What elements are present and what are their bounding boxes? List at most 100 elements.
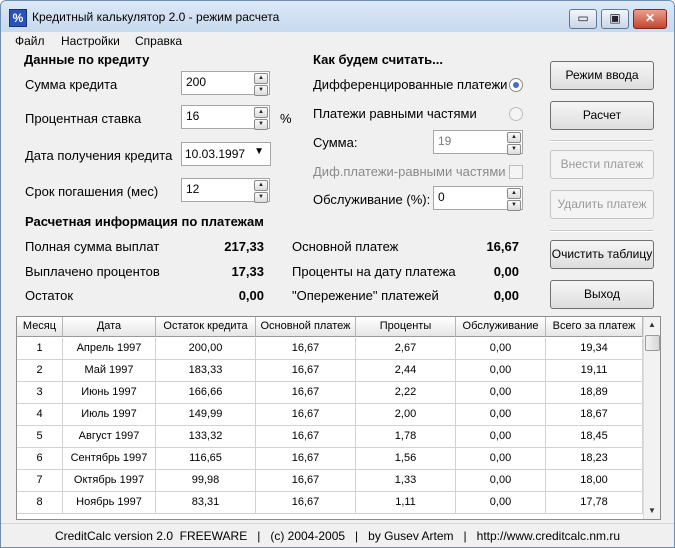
cell-month: 2	[17, 360, 63, 382]
table-row[interactable]: 7 Октябрь 1997 99,98 16,67 1,33 0,00 18,00	[17, 470, 643, 492]
cell-total: 18,00	[546, 470, 643, 492]
menu-help[interactable]: Справка	[135, 34, 182, 48]
date-value: 10.03.1997	[185, 147, 246, 161]
cell-interest: 1,11	[356, 492, 456, 514]
title-bar[interactable]: % Кредитный калькулятор 2.0 - режим расч…	[1, 1, 674, 32]
calc-section-title: Как будем считать...	[313, 52, 443, 67]
total-value: 217,33	[224, 239, 264, 254]
menu-file[interactable]: Файл	[15, 34, 45, 48]
rate-label: Процентная ставка	[25, 111, 142, 126]
service-spinner[interactable]: 0 ▲ ▼	[433, 186, 523, 211]
table-row[interactable]: 2 Май 1997 183,33 16,67 2,44 0,00 19,11	[17, 360, 643, 382]
spin-up-icon[interactable]: ▲	[254, 180, 268, 191]
cell-month: 1	[17, 338, 63, 360]
header-principal[interactable]: Основной платеж	[256, 317, 356, 337]
differentiated-label[interactable]: Дифференцированные платежи	[313, 77, 507, 92]
header-date[interactable]: Дата	[63, 317, 156, 337]
header-interest[interactable]: Проценты	[356, 317, 456, 337]
principal-value: 16,67	[486, 239, 519, 254]
spin-down-icon[interactable]: ▼	[254, 85, 268, 96]
term-spinner[interactable]: 12 ▲ ▼	[181, 178, 270, 203]
spin-down-icon[interactable]: ▼	[254, 119, 268, 130]
input-mode-button[interactable]: Режим ввода	[550, 61, 654, 90]
cell-service: 0,00	[456, 470, 546, 492]
header-service[interactable]: Обслуживание	[456, 317, 546, 337]
calculate-button[interactable]: Расчет	[550, 101, 654, 130]
button-separator	[550, 140, 653, 142]
spin-up-icon[interactable]: ▲	[507, 132, 521, 143]
interest-date-label: Проценты на дату платежа	[292, 264, 456, 279]
header-month[interactable]: Месяц	[17, 317, 63, 337]
table-scrollbar[interactable]: ▲ ▼	[643, 317, 660, 519]
cell-month: 7	[17, 470, 63, 492]
cell-balance: 116,65	[156, 448, 256, 470]
table-row[interactable]: 3 Июнь 1997 166,66 16,67 2,22 0,00 18,89	[17, 382, 643, 404]
credit-section-title: Данные по кредиту	[24, 52, 150, 67]
cell-balance: 83,31	[156, 492, 256, 514]
minimize-button[interactable]: ▭	[569, 9, 597, 29]
table-row[interactable]: 4 Июль 1997 149,99 16,67 2,00 0,00 18,67	[17, 404, 643, 426]
advance-value: 0,00	[493, 288, 519, 303]
exit-button[interactable]: Выход	[550, 280, 654, 309]
rate-value: 16	[186, 109, 200, 123]
scroll-thumb[interactable]	[645, 335, 660, 351]
cell-interest: 1,78	[356, 426, 456, 448]
header-total[interactable]: Всего за платеж	[546, 317, 643, 337]
cell-date: Май 1997	[63, 360, 156, 382]
menu-settings[interactable]: Настройки	[61, 34, 120, 48]
sum-spinner[interactable]: 19 ▲ ▼	[433, 130, 523, 155]
cell-balance: 183,33	[156, 360, 256, 382]
status-text: CreditCalc version 2.0 FREEWARE | (c) 20…	[54, 529, 621, 543]
annuity-label[interactable]: Платежи равными частями	[313, 106, 477, 121]
sum-label: Сумма:	[313, 135, 358, 150]
cell-month: 8	[17, 492, 63, 514]
cell-interest: 2,44	[356, 360, 456, 382]
rate-spin-arrows[interactable]: ▲ ▼	[254, 107, 268, 130]
date-label: Дата получения кредита	[25, 148, 173, 163]
term-spin-arrows[interactable]: ▲ ▼	[254, 180, 268, 203]
payments-table[interactable]: Месяц Дата Остаток кредита Основной плат…	[16, 316, 661, 520]
date-picker[interactable]: 10.03.1997 ▼	[181, 142, 271, 166]
spin-up-icon[interactable]: ▲	[507, 188, 521, 199]
cell-date: Июль 1997	[63, 404, 156, 426]
table-row[interactable]: 1 Апрель 1997 200,00 16,67 2,67 0,00 19,34	[17, 338, 643, 360]
spin-up-icon[interactable]: ▲	[254, 73, 268, 84]
scroll-down-icon[interactable]: ▼	[644, 503, 660, 519]
status-bar: CreditCalc version 2.0 FREEWARE | (c) 20…	[1, 523, 674, 547]
header-balance[interactable]: Остаток кредита	[156, 317, 256, 337]
info-section-title: Расчетная информация по платежам	[25, 214, 264, 229]
cell-principal: 16,67	[256, 360, 356, 382]
spin-down-icon[interactable]: ▼	[507, 144, 521, 155]
close-button[interactable]: ✕	[633, 9, 667, 29]
cell-total: 18,45	[546, 426, 643, 448]
spin-up-icon[interactable]: ▲	[254, 107, 268, 118]
chevron-down-icon[interactable]: ▼	[254, 146, 264, 157]
table-row[interactable]: 6 Сентябрь 1997 116,65 16,67 1,56 0,00 18,23	[17, 448, 643, 470]
amount-spin-arrows[interactable]: ▲ ▼	[254, 73, 268, 96]
table-row[interactable]: 8 Ноябрь 1997 83,31 16,67 1,11 0,00 17,78	[17, 492, 643, 514]
cell-interest: 2,00	[356, 404, 456, 426]
cell-principal: 16,67	[256, 492, 356, 514]
cell-total: 18,67	[546, 404, 643, 426]
scroll-up-icon[interactable]: ▲	[644, 317, 660, 333]
delete-payment-button[interactable]: Удалить платеж	[550, 190, 654, 219]
mixed-checkbox[interactable]	[509, 165, 523, 179]
spin-down-icon[interactable]: ▼	[507, 200, 521, 211]
clear-table-button[interactable]: Очистить таблицу	[550, 240, 654, 269]
service-spin-arrows[interactable]: ▲ ▼	[507, 188, 521, 211]
spin-down-icon[interactable]: ▼	[254, 192, 268, 203]
differentiated-radio[interactable]	[509, 78, 523, 92]
cell-balance: 99,98	[156, 470, 256, 492]
add-payment-button[interactable]: Внести платеж	[550, 150, 654, 179]
app-window: % Кредитный калькулятор 2.0 - режим расч…	[0, 0, 675, 548]
table-row[interactable]: 5 Август 1997 133,32 16,67 1,78 0,00 18,45	[17, 426, 643, 448]
rate-spinner[interactable]: 16 ▲ ▼	[181, 105, 270, 130]
sum-spin-arrows[interactable]: ▲ ▼	[507, 132, 521, 155]
amount-spinner[interactable]: 200 ▲ ▼	[181, 71, 270, 96]
cell-month: 3	[17, 382, 63, 404]
cell-balance: 133,32	[156, 426, 256, 448]
annuity-radio[interactable]	[509, 107, 523, 121]
cell-service: 0,00	[456, 492, 546, 514]
maximize-button[interactable]: ▣	[601, 9, 629, 29]
amount-label: Сумма кредита	[25, 77, 118, 92]
